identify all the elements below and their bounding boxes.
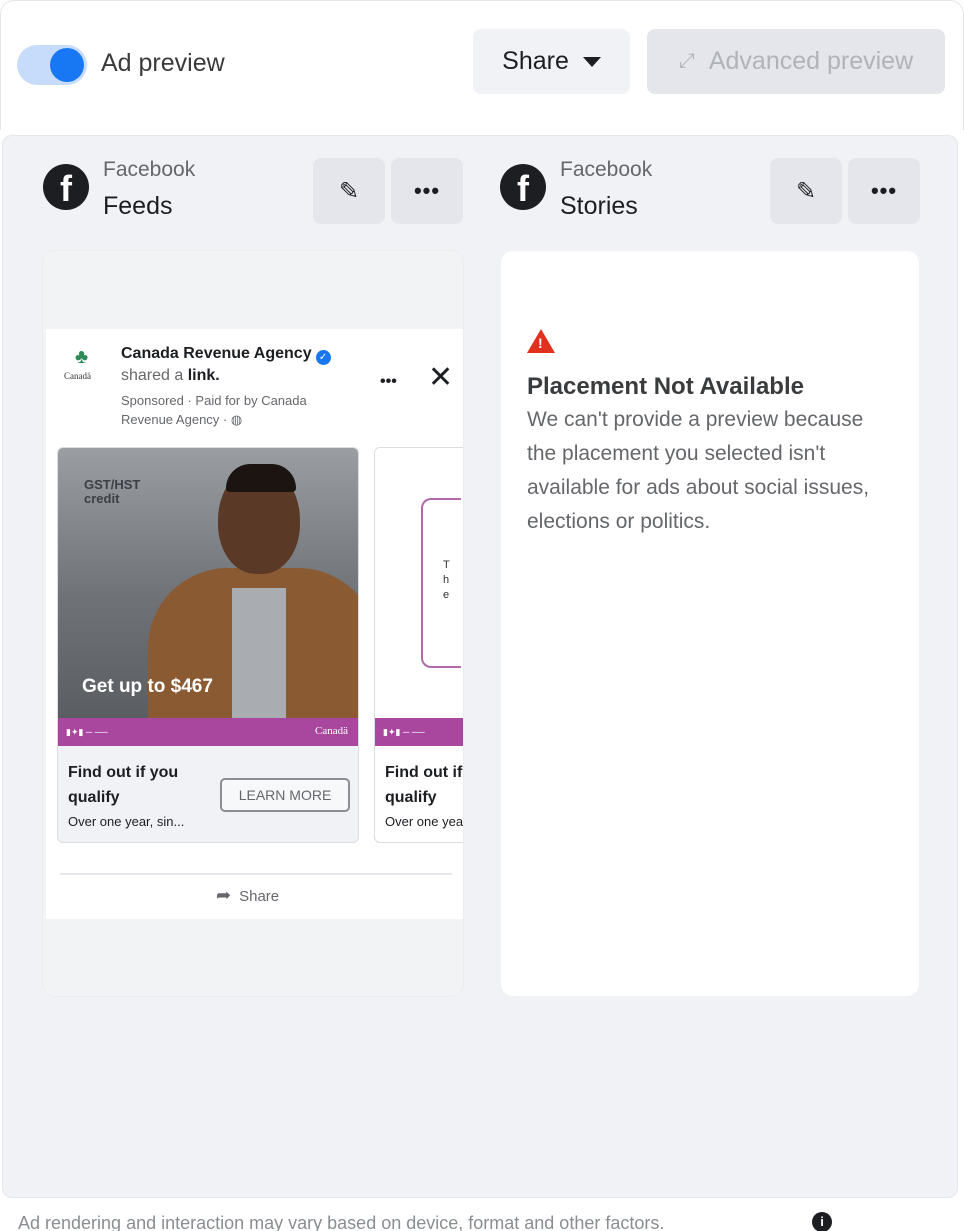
edit-button[interactable]: ✎ xyxy=(313,158,385,224)
feeds-preview-frame: ♣ Canadä Canada Revenue Agency ✓ shared a… xyxy=(43,251,463,996)
placement-platform: Facebook xyxy=(560,158,653,181)
post-share-label: Share xyxy=(239,888,280,905)
placement-name: Feeds xyxy=(103,192,173,220)
verified-badge-icon: ✓ xyxy=(315,350,331,365)
close-icon[interactable]: ✕ xyxy=(428,363,453,393)
feed-post: ♣ Canadä Canada Revenue Agency ✓ shared a… xyxy=(46,329,463,919)
pencil-icon: ✎ xyxy=(795,177,817,205)
person-shirt xyxy=(232,588,286,718)
warning-body: We can't provide a preview because the p… xyxy=(527,408,870,533)
placement-platform: Facebook xyxy=(103,158,196,181)
info-icon[interactable]: i xyxy=(812,1212,832,1231)
card-frame xyxy=(421,498,461,668)
more-options-button[interactable]: ••• xyxy=(848,158,920,224)
globe-icon: ◍ xyxy=(230,412,243,427)
more-options-button[interactable]: ••• xyxy=(391,158,463,224)
advertiser-name-text: Canada Revenue Agency xyxy=(121,345,312,362)
card-description: Over one year, sin... xyxy=(68,814,185,829)
post-subtitle: shared a link. xyxy=(121,367,220,385)
placement-name: Stories xyxy=(560,192,638,220)
caret-down-icon xyxy=(582,56,601,67)
advertiser-name[interactable]: Canada Revenue Agency ✓ xyxy=(121,345,331,365)
placement-header-stories: f Facebook Stories ✎ ••• xyxy=(500,136,924,224)
edit-button[interactable]: ✎ xyxy=(770,158,842,224)
post-share-button[interactable]: ➦ Share xyxy=(216,885,279,906)
advanced-preview-label: Advanced preview xyxy=(708,47,914,75)
card-image-text: The xyxy=(443,559,450,601)
maple-leaf-icon: ♣ xyxy=(75,346,89,368)
brand-strip: ▮✦▮ ─ ── xyxy=(375,718,463,746)
facebook-icon: f xyxy=(500,164,546,210)
brand-strip: ▮✦▮ ─ ── Canadä xyxy=(58,718,358,746)
pencil-icon: ✎ xyxy=(338,177,360,205)
carousel-card[interactable]: GST/HST credit Get up to $467 ▮✦▮ ─ ── C… xyxy=(57,447,359,843)
more-icon: ••• xyxy=(413,178,441,203)
card-headline: Find out if you qualify xyxy=(385,764,463,806)
flag-icon: ▮✦▮ ─ ── xyxy=(383,727,425,737)
ad-preview-toggle[interactable] xyxy=(17,45,87,85)
more-icon: ••• xyxy=(870,178,898,203)
carousel-card[interactable]: The ▮✦▮ ─ ── Find out if you qualify Ove… xyxy=(374,447,463,843)
divider xyxy=(60,873,452,875)
flag-icon: ▮✦▮ ─ ── xyxy=(66,727,108,737)
learn-more-button[interactable]: LEARN MORE xyxy=(220,778,350,812)
post-more-icon[interactable]: ••• xyxy=(380,373,397,391)
warning-icon-mark: ! xyxy=(538,335,543,351)
toggle-knob xyxy=(50,48,84,82)
card-description: Over one year, sin... xyxy=(385,814,463,829)
warning-title: Placement Not Available xyxy=(527,373,804,400)
strip-brand: Canadä xyxy=(315,725,348,737)
card-headline: Find out if you qualify xyxy=(68,764,179,806)
footer-note: Ad rendering and interaction may vary ba… xyxy=(18,1213,665,1231)
person-hair xyxy=(226,464,296,492)
share-button-label: Share xyxy=(502,47,569,75)
shared-link[interactable]: link. xyxy=(188,367,220,384)
expand-icon: ⤢ xyxy=(678,50,695,72)
card-image: GST/HST credit Get up to $467 xyxy=(58,448,358,718)
advertiser-logo: ♣ Canadä xyxy=(64,347,104,387)
preview-toolbar: Ad preview Share ⤢ Advanced preview xyxy=(0,0,964,130)
shared-prefix: shared a xyxy=(121,367,184,384)
sponsored-line: Sponsored · Paid for by Canada Revenue A… xyxy=(121,391,361,429)
share-button[interactable]: Share xyxy=(473,29,630,94)
card-image: The xyxy=(375,448,463,718)
preview-area: f Facebook Feeds ✎ ••• f Facebook Storie… xyxy=(2,135,958,1198)
facebook-icon: f xyxy=(43,164,89,210)
stories-preview-card: ! Placement Not Available We can't provi… xyxy=(501,251,919,996)
logo-wordmark: Canadä xyxy=(64,371,91,381)
image-caption: Get up to $467 xyxy=(82,676,213,697)
gst-credit-badge: GST/HST credit xyxy=(84,477,141,506)
sponsored-text: Sponsored · Paid for by Canada Revenue A… xyxy=(121,393,307,427)
placement-header-feeds: f Facebook Feeds ✎ ••• xyxy=(43,136,467,224)
ad-preview-label: Ad preview xyxy=(101,49,225,77)
advanced-preview-button[interactable]: ⤢ Advanced preview xyxy=(647,29,945,94)
share-arrow-icon: ➦ xyxy=(216,885,232,905)
